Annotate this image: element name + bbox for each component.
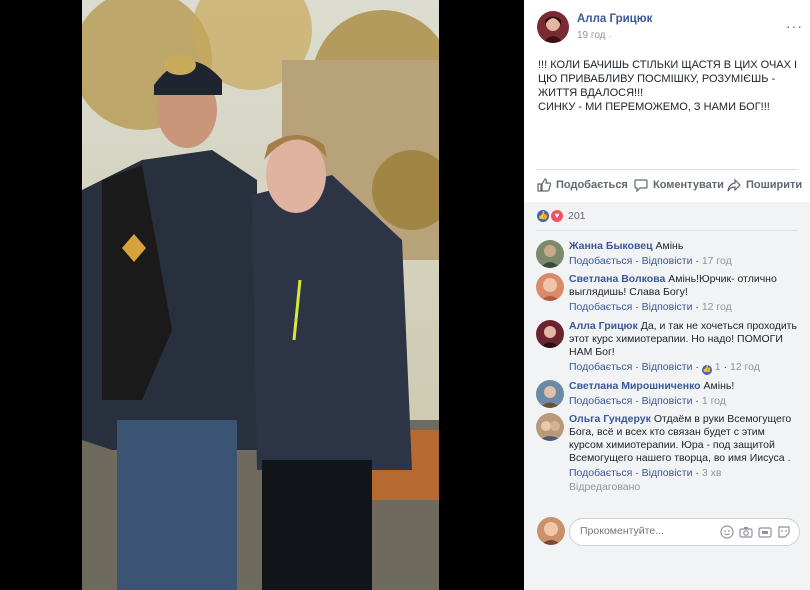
more-options-icon[interactable]: ··· [786, 18, 803, 34]
comment-composer[interactable] [569, 518, 800, 546]
commenter-name[interactable]: Жанна Быковец [569, 240, 653, 252]
emoji-icon[interactable] [720, 525, 734, 539]
commenter-avatar[interactable] [536, 273, 564, 301]
audience-globe-icon: · [608, 30, 612, 41]
comment-time[interactable]: 17 год [702, 255, 732, 267]
comment-reaction[interactable]: 👍 1 [701, 361, 721, 375]
comment-text: Амінь [655, 240, 684, 252]
post-author-name[interactable]: Алла Грицюк [577, 13, 652, 25]
comment-time[interactable]: 1 год [702, 395, 726, 407]
reactions-summary[interactable]: 👍 ♥ 201 [537, 210, 586, 222]
like-reaction-icon: 👍 [537, 210, 549, 222]
commenter-avatar[interactable] [536, 380, 564, 408]
share-button[interactable]: Поширити [727, 178, 802, 192]
comment-reply-link[interactable]: Відповісти [642, 361, 693, 373]
comment-time[interactable]: 12 год [730, 361, 760, 373]
post-text: !!! КОЛИ БАЧИШЬ СТІЛЬКИ ЩАСТЯ В ЦИХ ОЧАХ… [538, 58, 800, 114]
sticker-icon[interactable] [777, 525, 791, 539]
commenter-name[interactable]: Алла Грицюк [569, 320, 638, 332]
comment-like-link[interactable]: Подобається [569, 467, 632, 479]
love-reaction-icon: ♥ [551, 210, 563, 222]
divider [536, 230, 798, 231]
comment-reply-link[interactable]: Відповісти [642, 395, 693, 407]
comment-time[interactable]: 12 год [702, 301, 732, 313]
commenter-avatar[interactable] [536, 240, 564, 268]
commenter-avatar[interactable] [536, 413, 564, 441]
thumbs-up-icon [537, 178, 551, 192]
post-photo [82, 0, 439, 590]
photo-viewer [0, 0, 524, 590]
comment-reaction-count: 1 [714, 361, 721, 373]
gif-icon[interactable] [758, 525, 772, 539]
comment-like-link[interactable]: Подобається [569, 255, 632, 267]
commenter-name[interactable]: Ольга Гундерук [569, 413, 651, 425]
like-button[interactable]: Подобається [537, 178, 628, 192]
commenter-avatar[interactable] [536, 320, 564, 348]
comment-icon [634, 179, 648, 192]
share-button-label: Поширити [746, 179, 803, 191]
comment-reply-link[interactable]: Відповісти [642, 301, 693, 313]
post-text-line: !!! КОЛИ БАЧИШЬ СТІЛЬКИ ЩАСТЯ В ЦИХ ОЧАХ… [538, 59, 798, 71]
author-avatar[interactable] [537, 11, 569, 43]
comment-like-link[interactable]: Подобається [569, 301, 632, 313]
post-text-line: ЦЮ ПРИВАБЛИВУ ПОСМІШКУ, РОЗУМІЄШЬ - [538, 73, 776, 85]
comment-time[interactable]: 3 хв [702, 467, 722, 479]
post-text-line: ЖИТТЯ ВДАЛОСЯ!!! [538, 87, 644, 99]
post-side-panel: Алла Грицюк 19 год · ··· !!! КОЛИ БАЧИШЬ… [524, 0, 810, 590]
comment-reply-link[interactable]: Відповісти [642, 467, 693, 479]
commenter-name[interactable]: Светлана Мирошниченко [569, 380, 701, 392]
post-timestamp[interactable]: 19 год [577, 30, 606, 41]
comment-like-link[interactable]: Подобається [569, 361, 632, 373]
comment-input[interactable] [578, 524, 712, 538]
comment-edited-label[interactable]: Відредаговано [569, 481, 801, 494]
comment-text: Амінь! [703, 380, 735, 392]
viewer-avatar [537, 517, 565, 545]
reactions-count: 201 [568, 210, 586, 222]
like-button-label: Подобається [556, 179, 628, 191]
share-icon [727, 178, 741, 192]
divider [536, 169, 798, 170]
commenter-name[interactable]: Светлана Волкова [569, 273, 665, 285]
comment-reply-link[interactable]: Відповісти [642, 255, 693, 267]
post-text-line: СИНКУ - МИ ПЕРЕМОЖЕМО, З НАМИ БОГ!!! [538, 101, 770, 113]
comment-button[interactable]: Коментувати [634, 178, 724, 192]
comment-button-label: Коментувати [653, 179, 724, 191]
camera-icon[interactable] [739, 525, 753, 539]
like-reaction-icon: 👍 [701, 365, 712, 375]
comment-like-link[interactable]: Подобається [569, 395, 632, 407]
